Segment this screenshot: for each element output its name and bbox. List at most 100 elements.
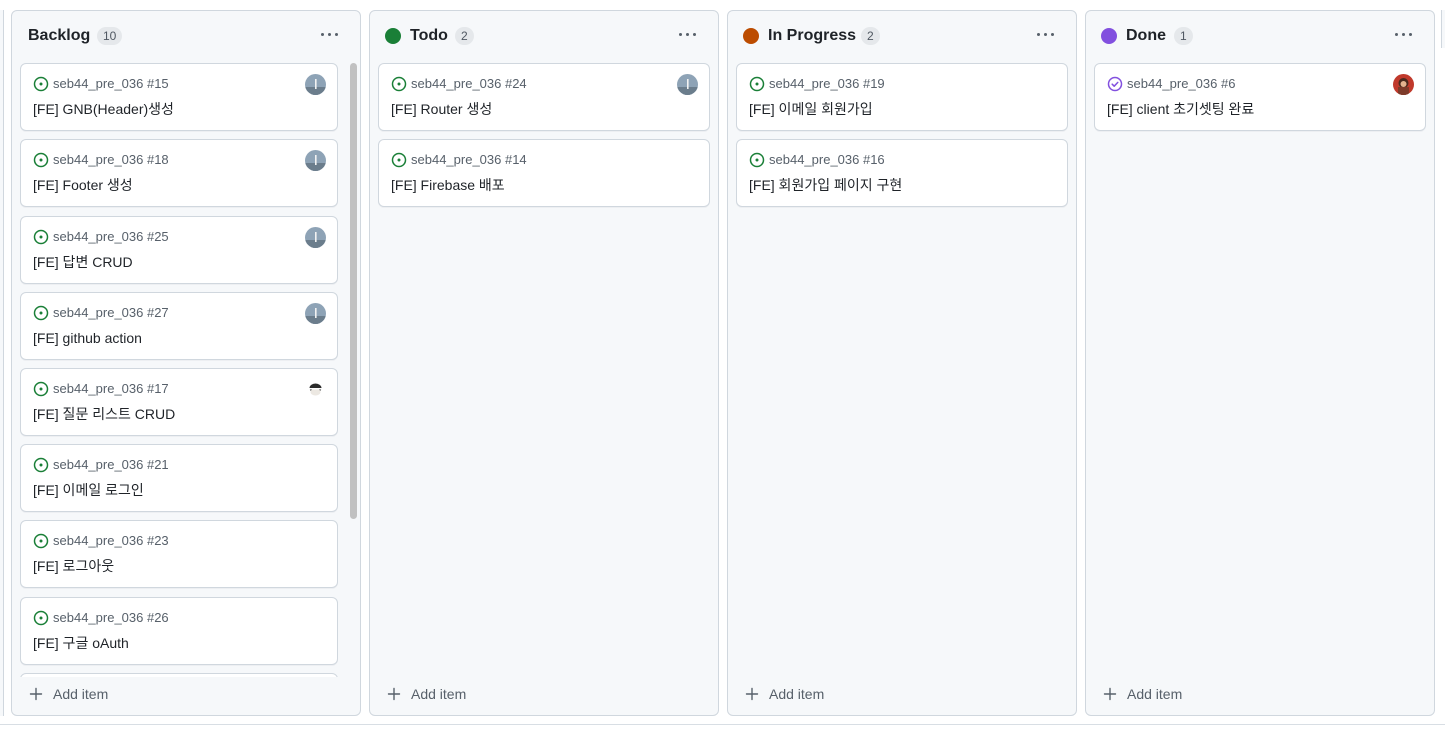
- issue-card[interactable]: seb44_pre_036 #25 [FE] 답변 CRUD: [20, 216, 338, 284]
- column-menu-button[interactable]: [678, 24, 700, 44]
- issue-opened-icon: [391, 152, 407, 168]
- column-title: Backlog: [28, 27, 91, 44]
- issue-title[interactable]: [FE] 질문 리스트 CRUD: [33, 405, 175, 423]
- kebab-horizontal-icon: [1037, 33, 1040, 36]
- issue-reference[interactable]: seb44_pre_036 #14: [411, 152, 527, 168]
- issue-title[interactable]: [FE] Firebase 배포: [391, 176, 505, 194]
- issue-card[interactable]: seb44_pre_036 #18 [FE] Footer 생성: [20, 139, 338, 207]
- avatar[interactable]: [1393, 74, 1414, 95]
- issue-opened-icon: [33, 610, 49, 626]
- issue-card[interactable]: seb44_pre_036 #14 [FE] Firebase 배포: [378, 139, 710, 207]
- add-item-label: Add item: [411, 686, 467, 702]
- status-dot: [1101, 28, 1117, 44]
- column-todo: Todo 2 seb44_pre_036 #24 [FE] Router 생성 …: [369, 10, 719, 716]
- issue-title[interactable]: [FE] client 초기셋팅 완료: [1107, 100, 1254, 118]
- issue-reference[interactable]: seb44_pre_036 #18: [53, 152, 169, 168]
- avatar[interactable]: [305, 227, 326, 248]
- issue-reference[interactable]: seb44_pre_036 #21: [53, 457, 169, 473]
- column-menu-button[interactable]: [1394, 24, 1416, 44]
- add-item-button[interactable]: Add item: [386, 683, 466, 705]
- column-header: In Progress 2: [728, 11, 1076, 61]
- next-column-edge: [1441, 10, 1445, 48]
- column-in-progress: In Progress 2 seb44_pre_036 #19 [FE] 이메일…: [727, 10, 1077, 716]
- plus-icon: [1103, 687, 1117, 701]
- plus-icon: [745, 687, 759, 701]
- issue-reference[interactable]: seb44_pre_036 #23: [53, 533, 169, 549]
- issue-title[interactable]: [FE] 구글 oAuth: [33, 634, 129, 652]
- column-count-badge: 2: [455, 27, 474, 45]
- column-header: Done 1: [1086, 11, 1434, 61]
- avatar[interactable]: [305, 74, 326, 95]
- column-title: In Progress: [768, 27, 857, 44]
- add-item-label: Add item: [769, 686, 825, 702]
- column-menu-button[interactable]: [320, 24, 342, 44]
- issue-card-partial[interactable]: [20, 673, 338, 677]
- issue-card[interactable]: seb44_pre_036 #17 [FE] 질문 리스트 CRUD: [20, 368, 338, 436]
- issue-reference[interactable]: seb44_pre_036 #17: [53, 381, 169, 397]
- issue-opened-icon: [33, 152, 49, 168]
- issue-opened-icon: [33, 76, 49, 92]
- issue-card[interactable]: seb44_pre_036 #23 [FE] 로그아웃: [20, 520, 338, 588]
- kebab-horizontal-icon: [679, 33, 682, 36]
- column-count-badge: 10: [97, 27, 123, 45]
- issue-card[interactable]: seb44_pre_036 #27 [FE] github action: [20, 292, 338, 360]
- issue-card[interactable]: seb44_pre_036 #6 [FE] client 초기셋팅 완료: [1094, 63, 1426, 131]
- column-count-badge: 1: [1174, 27, 1193, 45]
- issue-opened-icon: [33, 457, 49, 473]
- previous-column-edge: [0, 10, 4, 716]
- add-item-label: Add item: [53, 686, 109, 702]
- issue-card[interactable]: seb44_pre_036 #24 [FE] Router 생성: [378, 63, 710, 131]
- issue-reference[interactable]: seb44_pre_036 #25: [53, 229, 169, 245]
- issue-title[interactable]: [FE] github action: [33, 329, 142, 347]
- add-item-button[interactable]: Add item: [1102, 683, 1182, 705]
- avatar[interactable]: [305, 303, 326, 324]
- column-done: Done 1 seb44_pre_036 #6 [FE] client 초기셋팅…: [1085, 10, 1435, 716]
- plus-icon: [387, 687, 401, 701]
- issue-reference[interactable]: seb44_pre_036 #27: [53, 305, 169, 321]
- issue-reference[interactable]: seb44_pre_036 #16: [769, 152, 885, 168]
- issue-title[interactable]: [FE] 회원가입 페이지 구현: [749, 176, 902, 194]
- add-item-button[interactable]: Add item: [744, 683, 824, 705]
- add-item-label: Add item: [1127, 686, 1183, 702]
- issue-opened-icon: [391, 76, 407, 92]
- issue-title[interactable]: [FE] 이메일 회원가입: [749, 100, 873, 118]
- issue-card[interactable]: seb44_pre_036 #19 [FE] 이메일 회원가입: [736, 63, 1068, 131]
- avatar[interactable]: [677, 74, 698, 95]
- issue-opened-icon: [749, 152, 765, 168]
- issue-closed-icon: [1107, 76, 1123, 92]
- status-dot: [743, 28, 759, 44]
- issue-reference[interactable]: seb44_pre_036 #19: [769, 76, 885, 92]
- avatar[interactable]: [305, 150, 326, 171]
- avatar[interactable]: [305, 379, 326, 400]
- column-title: Done: [1126, 27, 1166, 44]
- add-item-button[interactable]: Add item: [28, 683, 108, 705]
- issue-card[interactable]: seb44_pre_036 #16 [FE] 회원가입 페이지 구현: [736, 139, 1068, 207]
- kebab-horizontal-icon: [321, 33, 324, 36]
- issue-opened-icon: [33, 533, 49, 549]
- issue-opened-icon: [33, 305, 49, 321]
- issue-reference[interactable]: seb44_pre_036 #6: [1127, 76, 1235, 92]
- issue-title[interactable]: [FE] 로그아웃: [33, 557, 114, 575]
- card-list: seb44_pre_036 #15 [FE] GNB(Header)생성 seb…: [20, 63, 338, 677]
- issue-card[interactable]: seb44_pre_036 #26 [FE] 구글 oAuth: [20, 597, 338, 665]
- column-header: Backlog 10: [12, 11, 360, 61]
- kebab-horizontal-icon: [1395, 33, 1398, 36]
- column-menu-button[interactable]: [1036, 24, 1058, 44]
- card-list: seb44_pre_036 #6 [FE] client 초기셋팅 완료: [1094, 63, 1426, 677]
- issue-title[interactable]: [FE] GNB(Header)생성: [33, 100, 174, 118]
- issue-title[interactable]: [FE] Router 생성: [391, 100, 492, 118]
- scrollbar-thumb[interactable]: [350, 63, 357, 519]
- issue-opened-icon: [33, 229, 49, 245]
- issue-title[interactable]: [FE] 답변 CRUD: [33, 253, 133, 271]
- issue-reference[interactable]: seb44_pre_036 #26: [53, 610, 169, 626]
- issue-card[interactable]: seb44_pre_036 #21 [FE] 이메일 로그인: [20, 444, 338, 512]
- issue-title[interactable]: [FE] 이메일 로그인: [33, 481, 144, 499]
- bottom-divider: [0, 724, 1445, 725]
- issue-card[interactable]: seb44_pre_036 #15 [FE] GNB(Header)생성: [20, 63, 338, 131]
- issue-reference[interactable]: seb44_pre_036 #15: [53, 76, 169, 92]
- issue-title[interactable]: [FE] Footer 생성: [33, 176, 133, 194]
- column-header: Todo 2: [370, 11, 718, 61]
- issue-opened-icon: [33, 381, 49, 397]
- card-list: seb44_pre_036 #19 [FE] 이메일 회원가입 seb44_pr…: [736, 63, 1068, 677]
- issue-reference[interactable]: seb44_pre_036 #24: [411, 76, 527, 92]
